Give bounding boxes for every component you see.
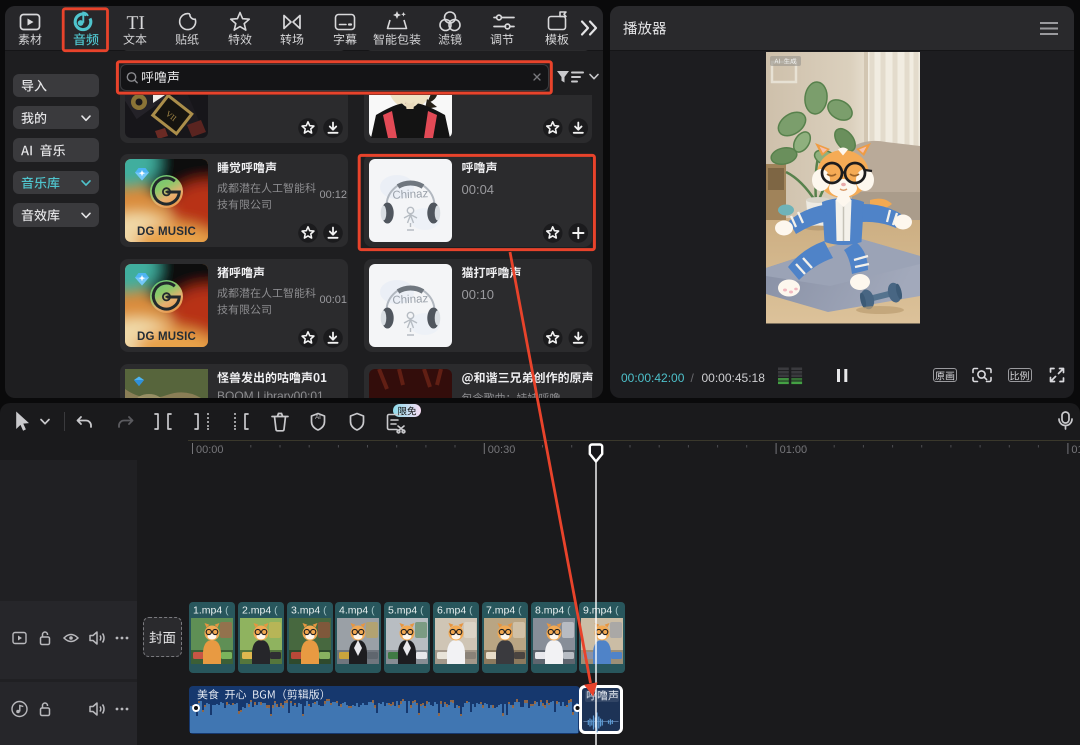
svg-text:1.mp4 (: 1.mp4 ( [193,604,229,616]
svg-text:8.mp4 (: 8.mp4 ( [535,604,571,616]
svg-text:9.mp4 (: 9.mp4 ( [583,604,619,616]
svg-text:7.mp4 (: 7.mp4 ( [486,604,522,616]
svg-text:6.mp4 (: 6.mp4 ( [437,604,473,616]
svg-text:5.mp4 (: 5.mp4 ( [388,604,424,616]
svg-text:3.mp4 (: 3.mp4 ( [291,604,327,616]
svg-text:4.mp4 (: 4.mp4 ( [339,604,375,616]
svg-text:2.mp4 (: 2.mp4 ( [242,604,278,616]
